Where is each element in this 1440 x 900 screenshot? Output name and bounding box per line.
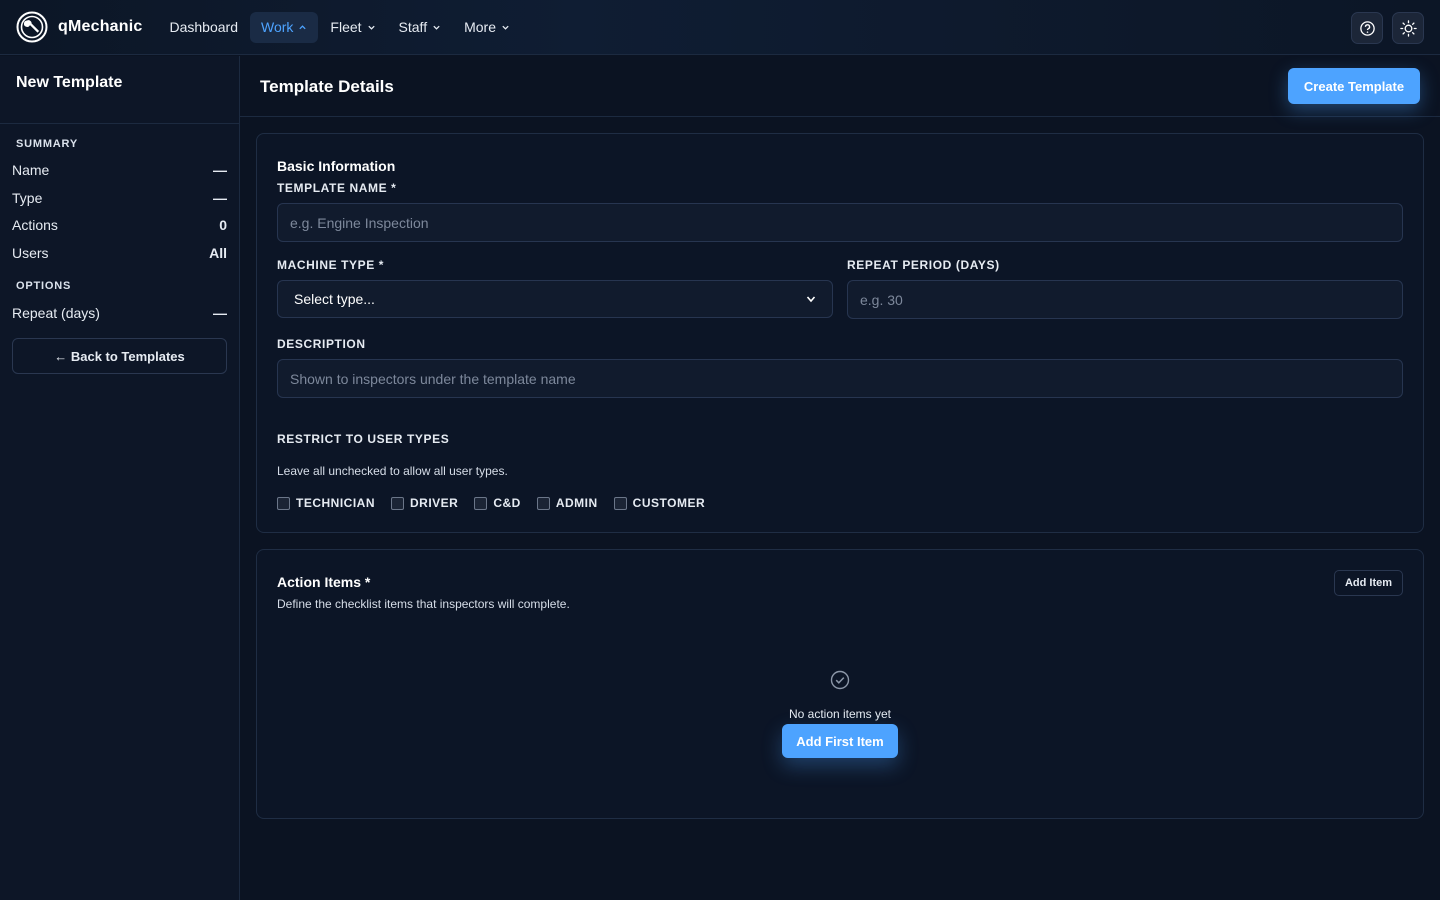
checkbox-label: ADMIN xyxy=(555,496,598,510)
checkbox-label: DRIVER xyxy=(410,496,459,510)
action-items-subtitle: Define the checklist items that inspecto… xyxy=(277,597,570,611)
wrench-logo-icon xyxy=(16,11,48,43)
nav-more-label: More xyxy=(464,19,496,35)
summary-label: Type xyxy=(12,190,43,206)
nav-fleet[interactable]: Fleet xyxy=(319,12,386,43)
basic-information-card: Basic Information TEMPLATE NAME * MACHIN… xyxy=(256,133,1424,533)
repeat-period-input[interactable] xyxy=(847,280,1403,319)
empty-state-text: No action items yet xyxy=(788,707,892,721)
user-type-driver[interactable]: DRIVER xyxy=(391,496,458,510)
summary-value: — xyxy=(213,162,227,178)
chevron-up-icon xyxy=(299,24,307,29)
option-value: — xyxy=(213,305,227,321)
chevron-down-icon xyxy=(433,25,440,30)
sun-icon xyxy=(1399,19,1417,37)
help-button[interactable] xyxy=(1351,12,1383,44)
options-row-repeat: Repeat (days) — xyxy=(12,305,227,321)
sidebar: New Template SUMMARY Name — Type — Actio… xyxy=(0,56,240,900)
description-input[interactable] xyxy=(277,359,1403,398)
check-circle-icon xyxy=(830,670,850,690)
summary-row-name: Name — xyxy=(12,162,227,178)
sidebar-title: New Template xyxy=(16,74,123,91)
user-type-admin[interactable]: ADMIN xyxy=(536,496,598,510)
summary-value: 0 xyxy=(219,217,227,233)
description-label: DESCRIPTION xyxy=(277,337,366,351)
summary-value: — xyxy=(213,190,227,206)
summary-label: Users xyxy=(12,245,49,261)
nav-more[interactable]: More xyxy=(453,12,521,43)
summary-label: Name xyxy=(12,162,50,178)
top-navbar: qMechanic Dashboard Work Fleet Staff Mor… xyxy=(0,0,1440,55)
machine-type-label: MACHINE TYPE * xyxy=(277,258,385,272)
restrict-hint: Leave all unchecked to allow all user ty… xyxy=(277,464,508,478)
theme-toggle-button[interactable] xyxy=(1392,12,1424,44)
repeat-period-label: REPEAT PERIOD (DAYS) xyxy=(847,258,1000,272)
chevron-down-icon xyxy=(806,296,816,303)
summary-value: All xyxy=(209,245,227,261)
user-type-technician[interactable]: TECHNICIAN xyxy=(277,496,375,510)
create-template-button[interactable]: Create Template xyxy=(1288,68,1420,104)
page-header: Template Details Create Template xyxy=(240,56,1440,117)
nav-dashboard-label: Dashboard xyxy=(169,19,239,35)
brand[interactable]: qMechanic xyxy=(16,11,143,43)
back-to-templates-button[interactable]: ← Back to Templates xyxy=(12,338,227,374)
add-item-button[interactable]: Add Item xyxy=(1334,570,1403,596)
page-title: Template Details xyxy=(260,77,394,96)
nav-staff-label: Staff xyxy=(398,19,428,35)
checkbox[interactable] xyxy=(391,496,404,510)
checkbox[interactable] xyxy=(474,496,488,510)
checkbox[interactable] xyxy=(536,496,550,510)
summary-row-type: Type — xyxy=(12,190,227,206)
main-nav: Dashboard Work Fleet Staff More xyxy=(159,11,523,43)
user-type-cd[interactable]: C&D xyxy=(474,496,521,510)
nav-staff[interactable]: Staff xyxy=(388,12,453,43)
nav-dashboard[interactable]: Dashboard xyxy=(159,12,250,43)
template-name-input[interactable] xyxy=(277,203,1403,242)
machine-type-value: Select type... xyxy=(294,291,375,307)
checkbox[interactable] xyxy=(613,496,627,510)
checkbox-label: CUSTOMER xyxy=(632,496,706,510)
machine-type-select[interactable]: Select type... xyxy=(277,280,833,318)
user-type-customer[interactable]: CUSTOMER xyxy=(613,496,706,510)
chevron-down-icon xyxy=(367,25,375,30)
summary-label: Actions xyxy=(12,217,58,233)
options-section-label: OPTIONS xyxy=(16,280,72,292)
summary-row-users: Users All xyxy=(12,245,227,261)
sidebar-divider xyxy=(0,123,239,124)
chevron-down-icon xyxy=(502,25,509,30)
help-icon xyxy=(1359,20,1375,36)
brand-name: qMechanic xyxy=(58,18,143,35)
nav-work-label: Work xyxy=(261,19,294,35)
action-items-card: Action Items * Define the checklist item… xyxy=(256,549,1424,819)
template-name-label: TEMPLATE NAME * xyxy=(277,181,397,195)
summary-section-label: SUMMARY xyxy=(16,138,79,150)
checkbox-label: TECHNICIAN xyxy=(296,496,375,510)
add-first-item-button[interactable]: Add First Item xyxy=(782,724,898,758)
restrict-user-types-label: RESTRICT TO USER TYPES xyxy=(277,432,450,446)
nav-fleet-label: Fleet xyxy=(330,19,362,35)
basic-information-title: Basic Information xyxy=(277,158,396,174)
summary-row-actions: Actions 0 xyxy=(12,217,227,233)
checkbox[interactable] xyxy=(277,496,290,510)
nav-work[interactable]: Work xyxy=(250,11,319,43)
user-type-checkboxes: TECHNICIAN DRIVER C&D ADMIN CUSTOMER xyxy=(277,496,721,510)
option-label: Repeat (days) xyxy=(12,305,100,321)
action-items-title: Action Items * xyxy=(277,574,371,590)
checkbox-label: C&D xyxy=(493,496,521,510)
